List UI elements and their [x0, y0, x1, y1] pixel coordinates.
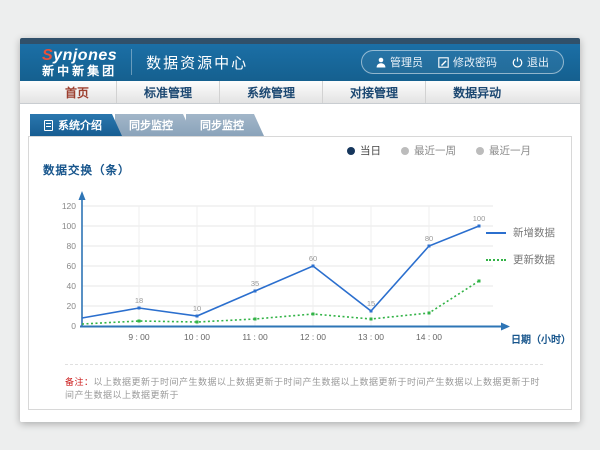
radio-label: 当日 [360, 143, 381, 158]
account-toolbar: 管理员 修改密码 退出 [361, 50, 564, 74]
svg-text:13 : 00: 13 : 00 [358, 332, 384, 342]
tab-sync-monitor-1[interactable]: 同步监控 [115, 114, 193, 136]
main-nav: 首页 标准管理 系统管理 对接管理 数据异动 [20, 81, 580, 104]
radio-label: 最近一周 [414, 143, 456, 158]
svg-text:100: 100 [62, 221, 76, 231]
footnote-text: 以上数据更新于时间产生数据以上数据更新于时间产生数据以上数据更新于时间产生数据以… [65, 377, 540, 400]
change-password-label: 修改密码 [453, 54, 497, 70]
chart-legend: 新增数据 更新数据 [486, 225, 555, 267]
tab-label: 系统介绍 [58, 117, 102, 133]
nav-item-home[interactable]: 首页 [38, 81, 117, 103]
user-icon [376, 57, 386, 68]
footnote-label: 备注： [65, 377, 94, 387]
radio-dot-icon [476, 147, 484, 155]
svg-text:100: 100 [473, 214, 486, 223]
current-user-label: 管理员 [390, 54, 423, 70]
y-axis-title: 数据交换（条） [43, 162, 563, 178]
document-icon [44, 120, 53, 131]
company-logo: Synjones 新中新集团 [42, 48, 117, 77]
svg-text:40: 40 [67, 281, 77, 291]
line-chart: 0 20 40 60 80 100 120 9 : 00 10 : 00 11 : 00 12 : … [37, 180, 577, 358]
svg-text:15: 15 [367, 299, 375, 308]
nav-item-data-change[interactable]: 数据异动 [426, 81, 528, 103]
svg-text:120: 120 [62, 201, 76, 211]
radio-last-week[interactable]: 最近一周 [401, 143, 456, 158]
current-user-button[interactable]: 管理员 [376, 54, 423, 70]
svg-text:0: 0 [71, 321, 76, 331]
svg-text:10 : 00: 10 : 00 [184, 332, 210, 342]
time-range-radio-group: 当日 最近一周 最近一月 [37, 143, 563, 158]
change-password-button[interactable]: 修改密码 [438, 54, 497, 70]
logout-label: 退出 [527, 54, 549, 70]
svg-text:80: 80 [67, 241, 77, 251]
logout-power-icon [512, 57, 523, 68]
nav-item-standard-mgmt[interactable]: 标准管理 [117, 81, 220, 103]
svg-text:9 : 00: 9 : 00 [128, 332, 150, 342]
svg-text:60: 60 [309, 254, 317, 263]
tab-label: 同步监控 [129, 117, 173, 133]
logo-company-name: 新中新集团 [42, 65, 117, 78]
svg-text:11 : 00: 11 : 00 [242, 332, 268, 342]
footnote: 备注：以上数据更新于时间产生数据以上数据更新于时间产生数据以上数据更新于时间产生… [65, 364, 543, 401]
dotted-line-swatch-icon [486, 259, 506, 261]
solid-line-swatch-icon [486, 232, 506, 234]
svg-text:12 : 00: 12 : 00 [300, 332, 326, 342]
legend-label: 更新数据 [513, 252, 555, 267]
legend-item-updated-data[interactable]: 更新数据 [486, 252, 555, 267]
edit-icon [438, 57, 449, 68]
radio-label: 最近一月 [489, 143, 531, 158]
svg-text:20: 20 [67, 301, 77, 311]
svg-text:80: 80 [425, 234, 433, 243]
chart-panel: 当日 最近一周 最近一月 数据交换（条） 0 20 40 60 80 100 120 9 : … [28, 136, 572, 410]
radio-today[interactable]: 当日 [347, 143, 381, 158]
svg-text:60: 60 [67, 261, 77, 271]
radio-last-month[interactable]: 最近一月 [476, 143, 531, 158]
legend-item-new-data[interactable]: 新增数据 [486, 225, 555, 240]
page-title: 数据资源中心 [146, 52, 248, 73]
tab-bar: 系统介绍 同步监控 同步监控 [30, 114, 580, 136]
svg-text:14 : 00: 14 : 00 [416, 332, 442, 342]
tab-label: 同步监控 [200, 117, 244, 133]
app-window: Synjones 新中新集团 数据资源中心 管理员 修改密码 [20, 38, 580, 422]
legend-label: 新增数据 [513, 225, 555, 240]
svg-text:18: 18 [135, 296, 143, 305]
radio-dot-icon [347, 147, 355, 155]
header-divider [131, 49, 132, 75]
logout-button[interactable]: 退出 [512, 54, 549, 70]
content-area: 系统介绍 同步监控 同步监控 当日 最近一周 [20, 104, 580, 422]
svg-text:日期（小时）: 日期（小时） [511, 333, 571, 346]
svg-text:10: 10 [193, 304, 201, 313]
page-background: Synjones 新中新集团 数据资源中心 管理员 修改密码 [0, 0, 600, 450]
radio-dot-icon [401, 147, 409, 155]
nav-item-interface-mgmt[interactable]: 对接管理 [323, 81, 426, 103]
app-header: Synjones 新中新集团 数据资源中心 管理员 修改密码 [20, 44, 580, 81]
logo-wordmark: Synjones [42, 48, 117, 65]
svg-text:35: 35 [251, 279, 259, 288]
tab-system-intro[interactable]: 系统介绍 [30, 114, 122, 136]
nav-item-system-mgmt[interactable]: 系统管理 [220, 81, 323, 103]
tab-sync-monitor-2[interactable]: 同步监控 [186, 114, 264, 136]
